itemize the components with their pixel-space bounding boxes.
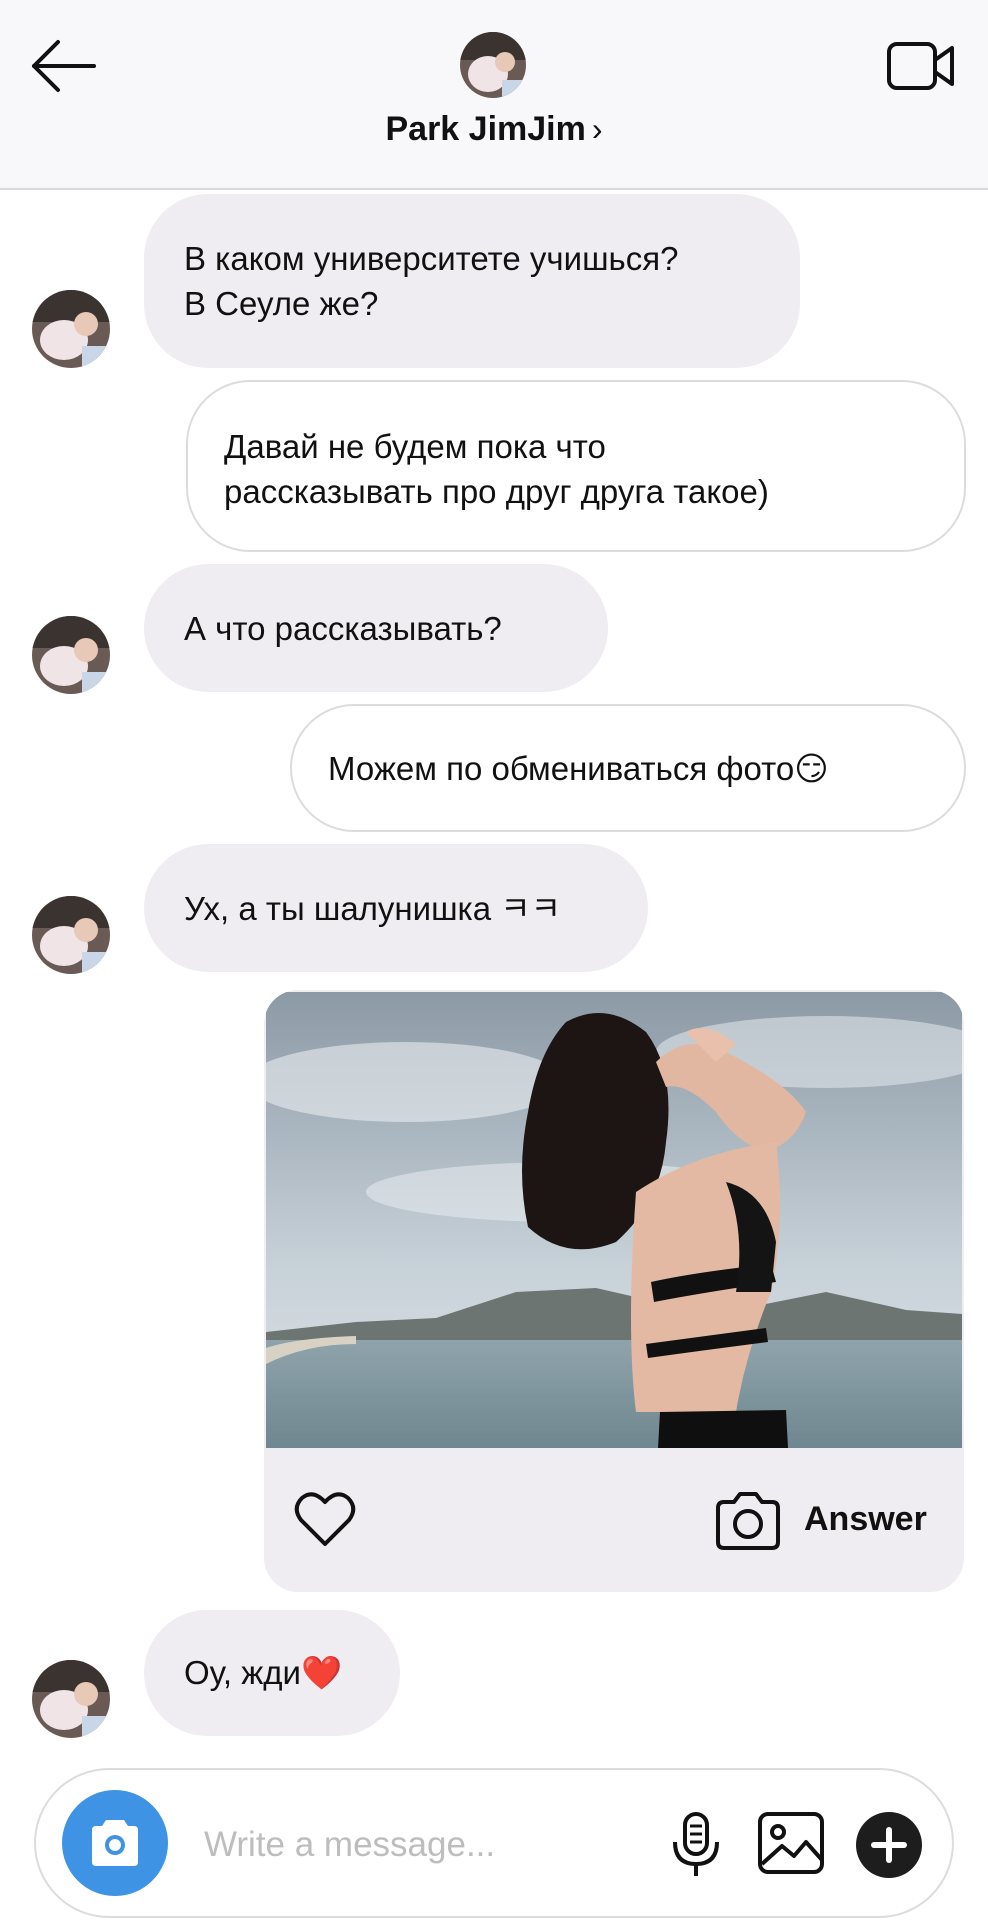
sender-avatar[interactable] [32, 616, 110, 694]
message-text: В Сеуле же? [184, 285, 379, 322]
message-text: Оу, жди❤️ [184, 1654, 343, 1691]
microphone-icon [673, 1812, 719, 1876]
camera-button[interactable] [62, 1790, 168, 1896]
message-text: Можем по обмениваться фото😏 [328, 750, 829, 787]
message-bubble-outgoing[interactable]: Можем по обмениваться фото😏 [290, 704, 966, 832]
message-text: Давай не будем пока что [224, 428, 606, 465]
answer-camera-button[interactable] [714, 1490, 782, 1552]
contact-name-link[interactable]: Park JimJim › [0, 110, 988, 149]
more-options-button[interactable] [856, 1812, 922, 1878]
message-bubble-incoming[interactable]: А что рассказывать? [144, 564, 608, 692]
gallery-button[interactable] [756, 1810, 826, 1876]
arrow-left-icon [32, 40, 96, 92]
photo-message[interactable]: Answer [264, 990, 964, 1592]
message-text: В каком университете учишься? [184, 240, 679, 277]
message-bubble-incoming[interactable]: Ух, а ты шалунишка ㅋㅋ [144, 844, 648, 972]
like-button[interactable] [294, 1490, 356, 1548]
heart-icon [294, 1492, 356, 1546]
back-button[interactable] [28, 34, 100, 98]
message-text: А что рассказывать? [184, 610, 502, 647]
message-text: рассказывать про друг друга такое) [224, 473, 769, 510]
message-bubble-incoming[interactable]: Оу, жди❤️ [144, 1610, 400, 1736]
chat-header: Park JimJim › [0, 0, 988, 190]
shared-photo[interactable] [266, 992, 962, 1448]
message-composer [34, 1768, 954, 1918]
answer-button[interactable]: Answer [804, 1500, 927, 1539]
contact-name: Park JimJim [385, 110, 586, 148]
contact-avatar[interactable] [460, 32, 526, 98]
sender-avatar[interactable] [32, 290, 110, 368]
message-input[interactable] [202, 1814, 666, 1876]
camera-icon [92, 1820, 138, 1866]
message-text: Ух, а ты шалунишка ㅋㅋ [184, 890, 561, 927]
video-call-icon [887, 42, 954, 90]
plus-icon [871, 1827, 907, 1863]
chevron-right-icon: › [591, 111, 603, 147]
voice-message-button[interactable] [668, 1810, 724, 1880]
sender-avatar[interactable] [32, 1660, 110, 1738]
sender-avatar[interactable] [32, 896, 110, 974]
video-call-button[interactable] [886, 38, 956, 94]
image-icon [758, 1812, 824, 1874]
message-bubble-outgoing[interactable]: Давай не будем пока что рассказывать про… [186, 380, 966, 552]
camera-icon [716, 1492, 780, 1550]
message-bubble-incoming[interactable]: В каком университете учишься? В Сеуле же… [144, 194, 800, 368]
